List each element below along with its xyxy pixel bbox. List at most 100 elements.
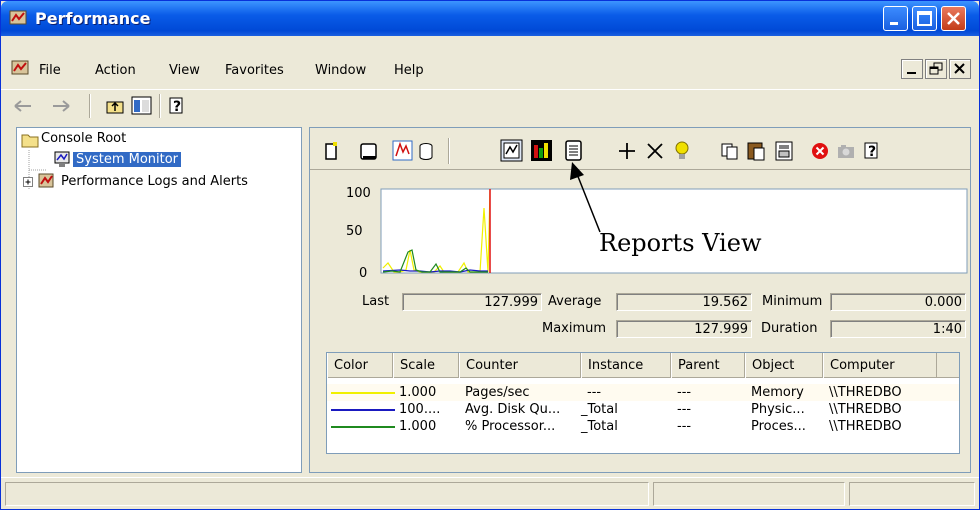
tree-item-system-monitor[interactable]: System Monitor (73, 152, 182, 167)
performance-window: Performance File Action View Favorites W… (0, 0, 980, 510)
properties-icon[interactable] (774, 140, 794, 162)
last-label: Last (362, 294, 390, 309)
help-icon[interactable]: ? (862, 140, 882, 162)
maximize-button[interactable] (912, 6, 937, 31)
main-toolbar: ? (1, 89, 979, 121)
legend-computer: \\THREDBO (829, 402, 902, 417)
average-label: Average (548, 294, 602, 309)
legend-computer: \\THREDBO (829, 385, 902, 400)
minimize-button[interactable] (883, 6, 908, 31)
legend-parent: --- (677, 419, 692, 434)
title-bar[interactable]: Performance (1, 1, 979, 36)
legend-counter: % Processor... (465, 419, 556, 434)
legend-color-swatch (331, 409, 395, 411)
legend-counter: Pages/sec (465, 385, 530, 400)
minimize-icon (907, 72, 916, 74)
mmc-document-icon[interactable] (11, 59, 29, 77)
tree-item-console-root[interactable]: Console Root (41, 131, 126, 146)
status-bar (1, 477, 979, 509)
legend-row[interactable]: 1.000 Pages/sec --- --- Memory \\THREDBO (327, 384, 959, 401)
legend-row[interactable]: 1.000 % Processor... _Total --- Proces..… (327, 418, 959, 435)
status-panel-3 (849, 482, 975, 506)
expand-plus-icon[interactable] (23, 177, 34, 188)
legend-scale: 100.... (399, 402, 441, 417)
window-title: Performance (35, 9, 151, 28)
legend-color-swatch (331, 392, 395, 394)
column-header-scale[interactable]: Scale (393, 353, 459, 378)
menu-help[interactable]: Help (394, 63, 424, 78)
column-header-color[interactable]: Color (327, 353, 393, 378)
show-hide-console-tree-icon[interactable] (131, 96, 153, 116)
restore-icon (929, 62, 943, 75)
maximize-icon (917, 11, 932, 26)
average-value: 19.562 (616, 293, 752, 311)
close-button[interactable] (941, 6, 966, 31)
legend-counter: Avg. Disk Qu... (465, 402, 561, 417)
view-log-data-icon[interactable] (418, 142, 436, 162)
clear-display-icon[interactable] (358, 142, 380, 162)
delete-counter-icon[interactable] (646, 142, 664, 160)
freeze-display-icon[interactable] (810, 141, 830, 161)
counter-legend: Color Scale Counter Instance Parent Obje… (326, 352, 960, 454)
performance-logs-icon (38, 173, 54, 188)
legend-parent: --- (677, 385, 692, 400)
column-header-object[interactable]: Object (745, 353, 823, 378)
close-icon (954, 63, 965, 74)
legend-row[interactable]: 100.... Avg. Disk Qu... _Total --- Physi… (327, 401, 959, 418)
menu-favorites[interactable]: Favorites (225, 63, 284, 78)
menu-view[interactable]: View (169, 63, 200, 78)
tree-item-performance-logs[interactable]: Performance Logs and Alerts (61, 174, 248, 189)
toolbar-separator (448, 138, 450, 164)
duration-value: 1:40 (830, 320, 966, 338)
minimize-icon (890, 22, 898, 25)
menu-file[interactable]: File (39, 63, 61, 78)
performance-app-icon (9, 10, 27, 25)
maximum-value: 127.999 (616, 320, 752, 338)
y-axis-label-100: 100 (346, 186, 371, 201)
status-panel-main (5, 482, 649, 506)
mdi-restore-button[interactable] (925, 59, 947, 79)
y-axis-label-50: 50 (346, 224, 363, 239)
legend-scale: 1.000 (399, 385, 437, 400)
paste-counter-list-icon[interactable] (746, 140, 766, 162)
forward-arrow-icon[interactable] (51, 98, 71, 114)
system-monitor-icon (54, 151, 70, 167)
system-monitor-pane: ? 100 50 0 Last 127.999 Average 19.562 M… (309, 127, 971, 473)
legend-instance: --- (587, 385, 602, 400)
last-value: 127.999 (402, 293, 542, 311)
legend-scale: 1.000 (399, 419, 437, 434)
view-graph-icon[interactable] (500, 139, 524, 163)
svg-text:?: ? (173, 99, 181, 115)
legend-instance: _Total (581, 419, 618, 434)
minimum-label: Minimum (762, 294, 823, 309)
legend-parent: --- (677, 402, 692, 417)
callout-arrow (570, 162, 601, 233)
highlight-icon[interactable] (672, 140, 692, 162)
update-data-icon[interactable] (836, 142, 856, 160)
up-one-level-icon[interactable] (105, 96, 125, 116)
menu-window[interactable]: Window (315, 63, 366, 78)
minimum-value: 0.000 (830, 293, 966, 311)
column-header-parent[interactable]: Parent (671, 353, 745, 378)
column-header-instance[interactable]: Instance (581, 353, 671, 378)
back-arrow-icon[interactable] (13, 98, 33, 114)
monitor-toolbar: ? (310, 128, 970, 170)
column-header-computer[interactable]: Computer (823, 353, 937, 378)
help-icon[interactable]: ? (167, 95, 187, 117)
view-histogram-icon[interactable] (530, 139, 554, 163)
mdi-close-button[interactable] (949, 59, 971, 79)
mdi-controls (901, 59, 973, 79)
mdi-minimize-button[interactable] (901, 59, 923, 79)
y-axis-label-0: 0 (359, 266, 368, 281)
legend-instance: _Total (581, 402, 618, 417)
new-counter-set-icon[interactable] (324, 142, 340, 162)
copy-properties-icon[interactable] (720, 142, 740, 160)
view-current-activity-icon[interactable] (392, 140, 414, 162)
column-header-counter[interactable]: Counter (459, 353, 581, 378)
status-panel-2 (653, 482, 845, 506)
add-counter-icon[interactable] (618, 142, 636, 160)
svg-text:?: ? (868, 144, 876, 160)
legend-header: Color Scale Counter Instance Parent Obje… (327, 353, 959, 378)
menu-action[interactable]: Action (95, 63, 136, 78)
legend-object: Physic... (751, 402, 805, 417)
